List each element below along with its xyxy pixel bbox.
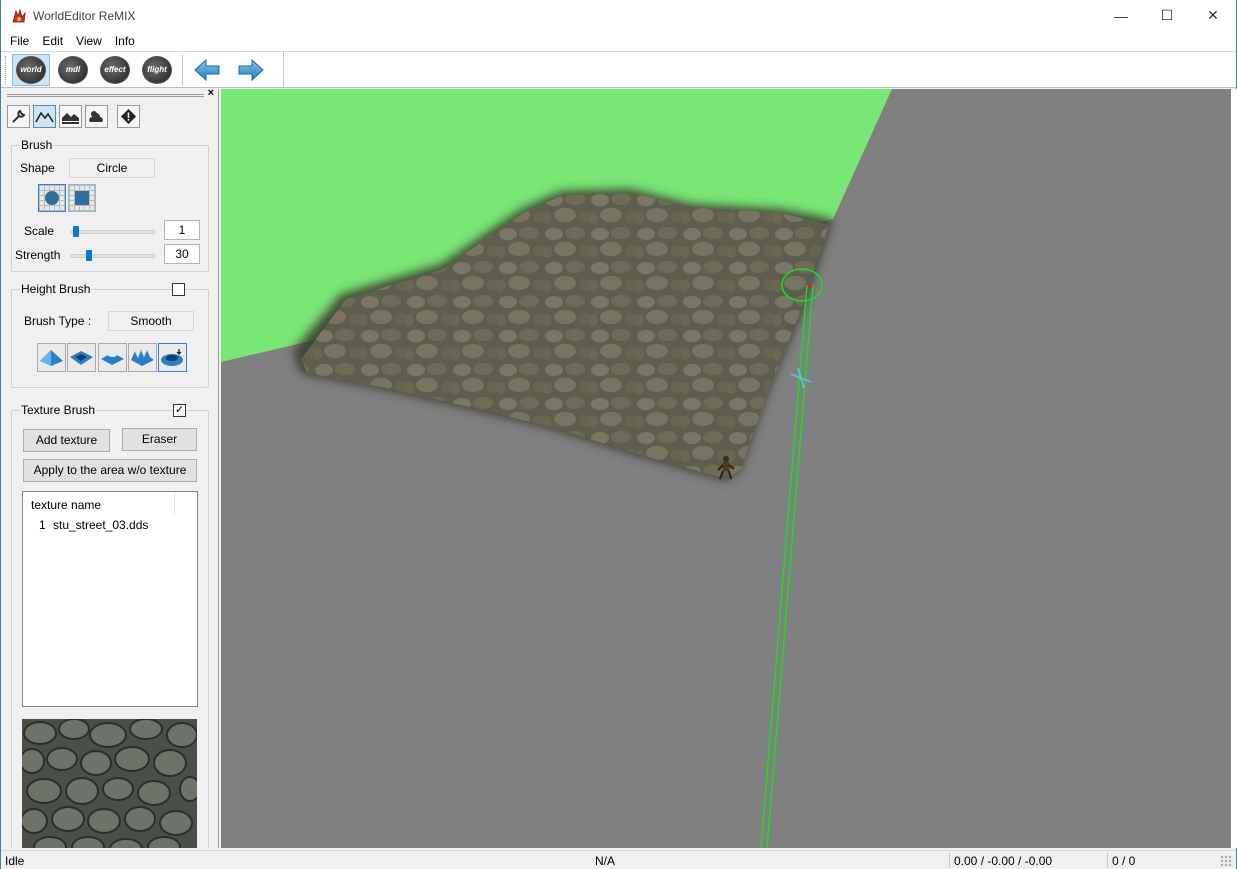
terrain-texture-icon	[62, 113, 79, 124]
circle-shape-button[interactable]	[38, 184, 66, 212]
app-icon	[11, 8, 27, 24]
menu-file[interactable]: File	[10, 34, 29, 48]
flight-mode-button[interactable]: flight	[138, 54, 176, 86]
effect-icon: effect	[100, 55, 130, 84]
scene-viewport[interactable]	[221, 89, 1231, 848]
world-icon: world	[16, 55, 46, 84]
smooth-terrain-icon	[161, 349, 183, 366]
lower-terrain-icon	[70, 351, 93, 365]
back-button[interactable]	[189, 54, 225, 86]
pivot-marker	[790, 367, 812, 389]
status-bar: Idle N/A 0.00 / -0.00 / -0.00 0 / 0	[1, 850, 1236, 869]
list-item[interactable]: 1 stu_street_03.dds	[23, 516, 197, 534]
flatten-terrain-icon	[101, 353, 124, 365]
menu-edit[interactable]: Edit	[42, 34, 63, 48]
tool-panel: × Brush Shape Circle Scale 1 Strength 30…	[3, 89, 219, 848]
resize-grip[interactable]	[1220, 855, 1232, 867]
scale-label: Scale	[24, 224, 55, 238]
smooth-brush-button[interactable]	[158, 343, 187, 372]
noise-brush-button[interactable]	[128, 343, 157, 372]
tab-warning[interactable]	[117, 105, 140, 128]
status-info: N/A	[595, 854, 616, 868]
flatten-brush-button[interactable]	[98, 343, 127, 372]
tool-tabs	[3, 105, 218, 131]
lower-brush-button[interactable]	[67, 343, 96, 372]
effect-mode-button[interactable]: effect	[96, 54, 134, 86]
circle-shape-icon	[45, 191, 59, 205]
status-state: Idle	[5, 854, 25, 868]
mdl-icon: mdl	[58, 55, 88, 84]
texture-list-header[interactable]: texture name	[23, 492, 197, 516]
wrench-icon	[12, 109, 26, 123]
add-texture-button[interactable]: Add texture	[23, 429, 110, 452]
tab-height[interactable]	[33, 105, 56, 128]
raise-brush-button[interactable]	[37, 343, 66, 372]
flight-icon: flight	[142, 55, 172, 84]
eraser-button[interactable]: Eraser	[122, 428, 197, 451]
toolbar-end-separator	[283, 51, 284, 88]
shape-label: Shape	[20, 161, 55, 175]
panel-header[interactable]: ×	[3, 89, 218, 101]
texture-preview	[22, 719, 197, 848]
texture-brush-checkbox[interactable]: ✓	[173, 404, 186, 417]
maximize-button[interactable]: ☐	[1144, 0, 1190, 31]
strength-input[interactable]: 30	[164, 244, 200, 264]
status-count: 0 / 0	[1112, 854, 1136, 868]
window-title: WorldEditor ReMIX	[33, 8, 136, 23]
close-button[interactable]: ✕	[1190, 0, 1236, 31]
panel-close-button[interactable]: ×	[208, 89, 214, 99]
tab-settings[interactable]	[7, 105, 30, 128]
scale-input[interactable]: 1	[164, 220, 200, 240]
strength-label: Strength	[15, 248, 61, 262]
texture-index: 1	[39, 518, 46, 532]
strength-slider-thumb[interactable]	[86, 250, 92, 261]
brush-group: Brush Shape Circle Scale 1 Strength 30	[11, 138, 209, 272]
scale-slider-thumb[interactable]	[73, 226, 79, 237]
main-toolbar: world mdl effect flight	[1, 51, 1236, 88]
viewport-edge	[1231, 89, 1237, 848]
menu-info[interactable]: Info	[115, 34, 135, 48]
menu-view[interactable]: View	[76, 34, 102, 48]
status-coordinates: 0.00 / -0.00 / -0.00	[954, 854, 1053, 868]
minimize-button[interactable]: —	[1098, 0, 1144, 31]
raise-terrain-icon	[40, 350, 63, 366]
arrow-left-icon	[194, 58, 220, 81]
brush-type-label: Brush Type :	[24, 314, 92, 328]
texture-name-column: texture name	[31, 498, 102, 512]
height-brush-group: Height Brush Brush Type : Smooth	[11, 282, 209, 388]
forward-button[interactable]	[233, 54, 269, 86]
apply-area-button[interactable]: Apply to the area w/o texture	[23, 459, 197, 482]
menu-bar: File Edit View Info	[1, 31, 1236, 51]
warning-icon	[121, 109, 136, 124]
brush-group-title: Brush	[20, 138, 54, 152]
texture-list[interactable]: texture name 1 stu_street_03.dds	[22, 491, 198, 707]
mdl-mode-button[interactable]: mdl	[54, 54, 92, 86]
square-shape-icon	[75, 191, 89, 205]
scale-slider[interactable]	[70, 226, 155, 237]
height-brush-checkbox[interactable]	[172, 283, 185, 296]
texture-brush-title: Texture Brush	[20, 403, 97, 417]
texture-filename: stu_street_03.dds	[53, 518, 149, 532]
square-shape-button[interactable]	[68, 184, 96, 212]
strength-slider[interactable]	[70, 250, 155, 261]
height-brush-title: Height Brush	[20, 282, 92, 296]
toolbar-grip[interactable]	[5, 55, 9, 84]
noise-terrain-icon	[131, 347, 154, 366]
terrain-height-icon	[35, 111, 54, 123]
tab-texture[interactable]	[59, 105, 82, 128]
world-mode-button[interactable]: world	[12, 53, 50, 86]
arrow-right-icon	[238, 58, 264, 81]
brush-type-select[interactable]: Smooth	[108, 311, 194, 331]
title-bar: WorldEditor ReMIX — ☐ ✕	[1, 0, 1236, 31]
tab-weather[interactable]	[85, 105, 108, 128]
weather-icon	[89, 111, 103, 122]
toolbar-separator	[182, 54, 183, 85]
shape-select[interactable]: Circle	[69, 158, 155, 178]
app-window: WorldEditor ReMIX — ☐ ✕ File Edit View I…	[0, 0, 1237, 869]
